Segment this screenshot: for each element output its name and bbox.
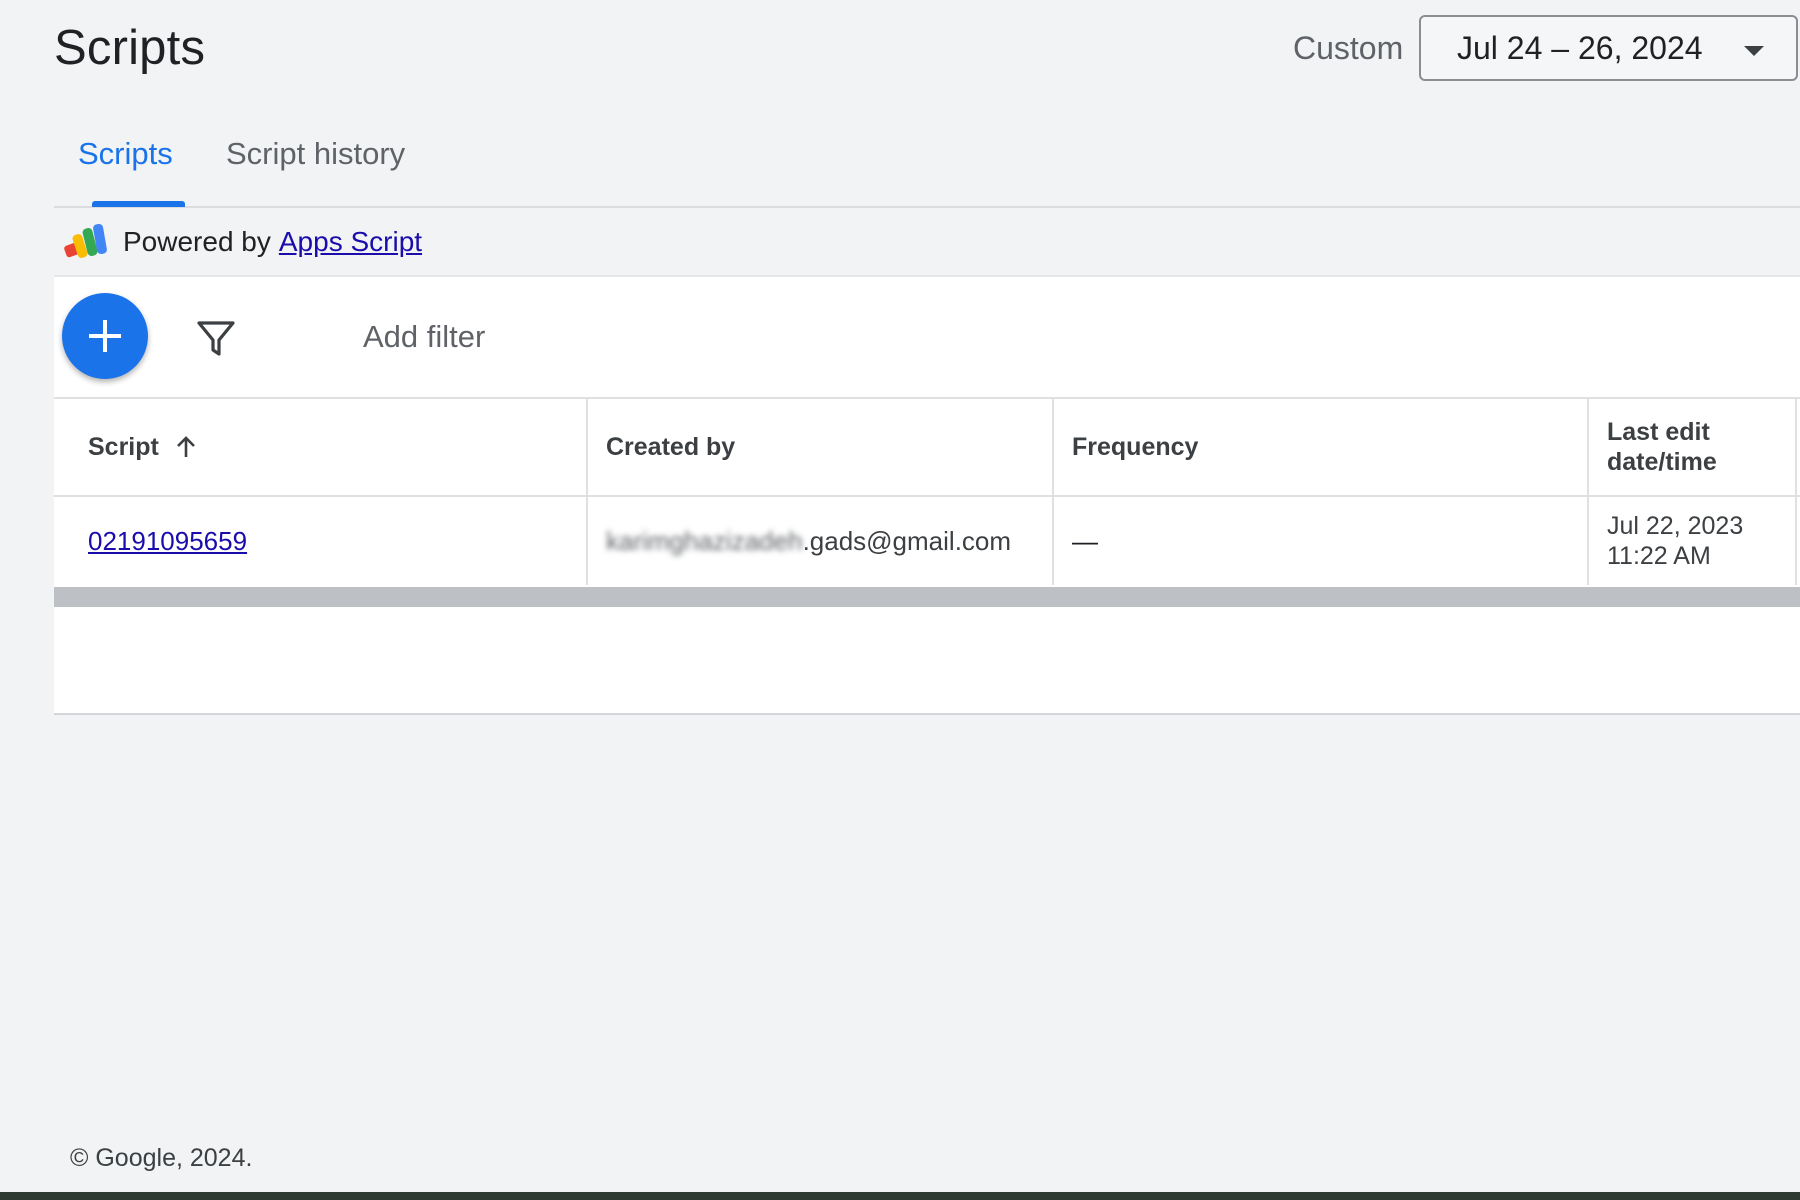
bottom-edge [0, 1192, 1800, 1200]
column-header-script[interactable]: Script [54, 399, 588, 495]
date-range-type-label: Custom [1293, 30, 1404, 66]
table-row: 02191095659 karimghazizadeh .gads@gmail.c… [54, 497, 1800, 585]
tab-script-history[interactable]: Script history [226, 136, 405, 172]
last-edit-time: 11:22 AM [1607, 542, 1711, 570]
add-filter-button[interactable]: Add filter [363, 319, 485, 355]
date-range-value: Jul 24 – 26, 2024 [1457, 29, 1703, 66]
date-range-picker[interactable]: Jul 24 – 26, 2024 [1419, 15, 1798, 81]
email-domain: .gads@gmail.com [802, 525, 1012, 556]
table-toolbar: Add filter [54, 277, 1800, 399]
tab-scripts[interactable]: Scripts [78, 136, 173, 172]
table-header-row: Script Created by Frequency Last edit da… [54, 399, 1800, 497]
tab-bar: Scripts Script history [54, 118, 1800, 208]
script-cell: 02191095659 [54, 497, 588, 585]
column-header-label: Last edit date/time [1607, 418, 1717, 476]
created-by-cell: karimghazizadeh .gads@gmail.com [588, 497, 1054, 585]
apps-script-link[interactable]: Apps Script [279, 226, 422, 258]
dropdown-caret-icon [1744, 46, 1764, 56]
last-edit-date: Jul 22, 2023 [1607, 512, 1744, 540]
powered-by-bar: Powered by Apps Script [54, 209, 1800, 277]
powered-by-text: Powered by [123, 226, 271, 257]
filter-icon[interactable] [196, 319, 236, 359]
add-script-button[interactable] [62, 293, 148, 379]
active-tab-indicator [92, 201, 185, 207]
column-header-label: Script [88, 433, 159, 461]
column-header-frequency[interactable]: Frequency [1054, 399, 1589, 495]
frequency-cell: — [1054, 497, 1589, 585]
plus-icon [89, 320, 121, 352]
blurred-username: karimghazizadeh [606, 525, 803, 556]
footer-copyright: © Google, 2024. [70, 1144, 253, 1172]
scripts-panel: Add filter Script Created by Frequency L… [54, 277, 1800, 715]
column-header-last-edit[interactable]: Last edit date/time [1589, 399, 1797, 495]
column-header-created-by[interactable]: Created by [588, 399, 1054, 495]
apps-script-logo-icon [64, 223, 107, 258]
sort-ascending-icon[interactable] [173, 434, 199, 460]
horizontal-scrollbar[interactable] [54, 587, 1800, 607]
scripts-table: Script Created by Frequency Last edit da… [54, 399, 1800, 585]
last-edit-cell: Jul 22, 2023 11:22 AM [1589, 497, 1797, 585]
page-title: Scripts [54, 21, 206, 75]
script-name-link[interactable]: 02191095659 [88, 526, 247, 557]
